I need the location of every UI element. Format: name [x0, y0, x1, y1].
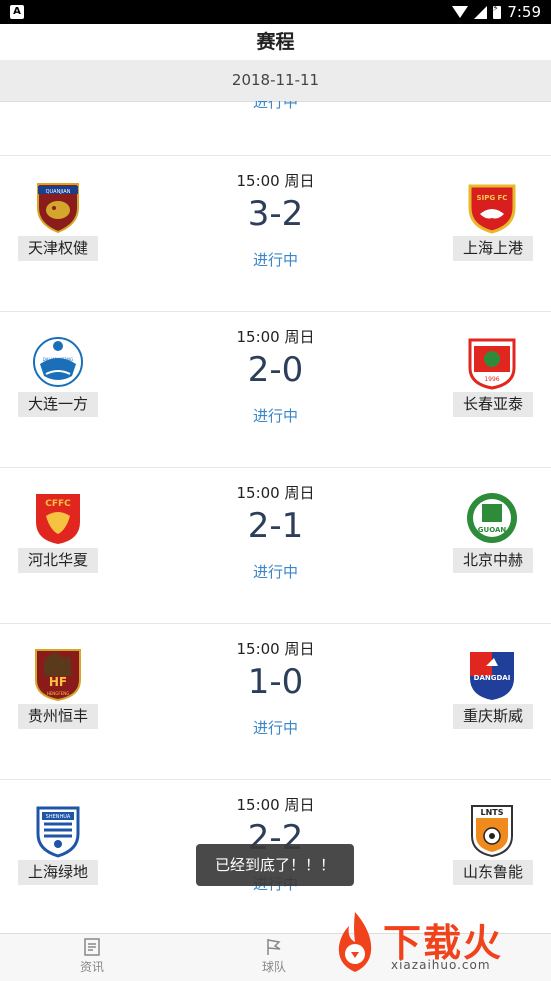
toast-message: 已经到底了！！！: [196, 844, 354, 886]
match-card-partial[interactable]: 进行中: [0, 101, 551, 156]
app-header: 赛程: [0, 24, 551, 60]
away-team-name: 重庆斯威: [452, 704, 533, 729]
date-label: 2018-11-11: [231, 71, 320, 89]
date-bar[interactable]: 2018-11-11: [0, 60, 551, 102]
match-card[interactable]: DALIAN YIFANG 大连一方 15:00 周日 2-0 进行中 1996…: [0, 312, 551, 468]
logo-text: LNTS: [480, 808, 503, 817]
flame-logo-icon: [338, 912, 372, 972]
tab-label: 资讯: [79, 960, 104, 974]
beijing-guoan-logo: GUOAN: [467, 493, 517, 543]
away-team-name: 上海上港: [452, 236, 533, 261]
logo-text: SIPG FC: [477, 194, 508, 202]
news-icon: [84, 938, 100, 956]
notification-icon: A: [10, 5, 24, 19]
logo-text: DANGDAI: [474, 674, 511, 682]
battery-icon: [492, 4, 502, 19]
flag-icon: [267, 939, 281, 955]
match-card[interactable]: CFFC 河北华夏 15:00 周日 2-1 进行中 GUOAN 北京中赫: [0, 468, 551, 624]
changchun-yatai-logo: 1996: [468, 338, 516, 390]
status-icons: 7:59: [452, 2, 541, 22]
status-time: 7:59: [507, 3, 541, 21]
match-card[interactable]: HF HENGFENG 贵州恒丰 15:00 周日 1-0 进行中 DANGDA…: [0, 624, 551, 780]
logo-text: 1996: [484, 376, 499, 383]
logo-text: GUOAN: [478, 526, 507, 534]
away-team-name: 长春亚泰: [452, 392, 533, 417]
page-title: 赛程: [256, 31, 295, 53]
shandong-luneng-logo: LNTS: [471, 805, 513, 858]
chongqing-siwei-logo: DANGDAI: [470, 652, 514, 700]
wifi-icon: [452, 6, 469, 18]
match-status: 进行中: [252, 101, 298, 111]
signal-icon: [474, 5, 488, 19]
status-bar: A 7:59: [0, 0, 551, 24]
match-card[interactable]: QUANJIAN 天津权健 15:00 周日 3-2 进行中 SIPG FC 上…: [0, 156, 551, 312]
tab-news[interactable]: 资讯: [52, 936, 132, 975]
away-team-name: 北京中赫: [452, 548, 533, 573]
away-team-name: 山东鲁能: [452, 860, 533, 885]
match-list[interactable]: 进行中 QUANJIAN 天津权健 15:00 周日 3-2 进行中 SIPG …: [0, 101, 551, 933]
watermark-url: xiazaihuo.com: [391, 958, 491, 972]
tab-teams[interactable]: 球队: [234, 936, 314, 975]
tab-label: 球队: [261, 960, 286, 974]
watermark: 下载火 xiazaihuo.com: [325, 906, 551, 980]
shanghai-sipg-logo: SIPG FC: [468, 184, 516, 234]
